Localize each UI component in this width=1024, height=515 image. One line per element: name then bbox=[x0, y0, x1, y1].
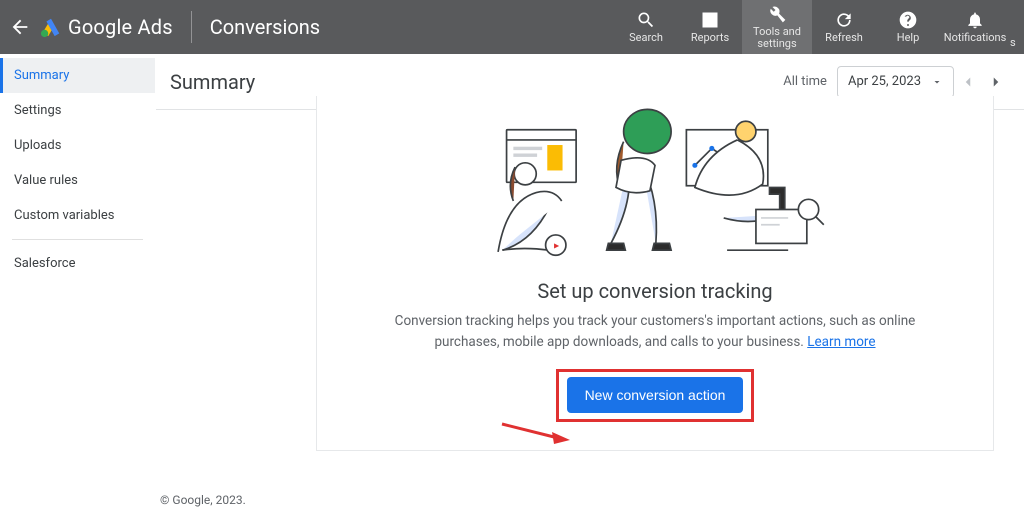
tools-settings-button[interactable]: Tools and settings bbox=[742, 0, 812, 54]
search-label: Search bbox=[629, 32, 663, 44]
side-nav: Summary Settings Uploads Value rules Cus… bbox=[0, 54, 156, 515]
product-name: Google Ads bbox=[68, 15, 173, 39]
sidenav-item-settings[interactable]: Settings bbox=[0, 93, 155, 128]
sidenav-item-custom-variables[interactable]: Custom variables bbox=[0, 198, 155, 233]
conversion-tracking-illustration bbox=[440, 106, 870, 267]
learn-more-link[interactable]: Learn more bbox=[807, 334, 875, 350]
refresh-button[interactable]: Refresh bbox=[812, 0, 876, 54]
top-bar: Google Ads Conversions Search Reports To… bbox=[0, 0, 1024, 54]
chevron-left-icon bbox=[959, 73, 977, 91]
sidenav-item-salesforce[interactable]: Salesforce bbox=[0, 246, 155, 281]
new-conversion-action-button[interactable]: New conversion action bbox=[567, 377, 744, 413]
back-button[interactable] bbox=[0, 0, 40, 54]
footer-copyright: © Google, 2023. bbox=[156, 493, 246, 507]
sidenav-item-uploads[interactable]: Uploads bbox=[0, 128, 155, 163]
next-period-button[interactable] bbox=[982, 66, 1010, 98]
tools-label: Tools and settings bbox=[747, 26, 807, 50]
arrow-left-icon bbox=[9, 16, 31, 38]
help-label: Help bbox=[897, 32, 920, 44]
notifications-label: Notifications bbox=[944, 32, 1007, 44]
help-button[interactable]: Help bbox=[876, 0, 940, 54]
search-icon bbox=[636, 10, 656, 30]
reports-label: Reports bbox=[691, 32, 729, 44]
empty-state-subtext: Conversion tracking helps you track your… bbox=[375, 311, 935, 353]
product-logo[interactable]: Google Ads bbox=[40, 15, 191, 39]
page-title: Summary bbox=[170, 70, 255, 94]
bar-chart-icon bbox=[700, 10, 720, 30]
empty-state-card: Set up conversion tracking Conversion tr… bbox=[316, 96, 994, 451]
topbar-overflow: s bbox=[1010, 0, 1024, 54]
refresh-icon bbox=[834, 10, 854, 30]
empty-state-headline: Set up conversion tracking bbox=[537, 279, 772, 303]
wrench-icon bbox=[767, 4, 787, 24]
notifications-button[interactable]: Notifications bbox=[940, 0, 1010, 54]
date-value: Apr 25, 2023 bbox=[848, 74, 921, 89]
main-column: Summary All time Apr 25, 2023 bbox=[156, 54, 1024, 515]
sidenav-separator bbox=[12, 239, 143, 240]
chevron-right-icon bbox=[987, 73, 1005, 91]
search-button[interactable]: Search bbox=[614, 0, 678, 54]
cta-highlight-box: New conversion action bbox=[556, 369, 755, 422]
refresh-label: Refresh bbox=[825, 32, 863, 44]
help-icon bbox=[898, 10, 918, 30]
prev-period-button[interactable] bbox=[954, 66, 982, 98]
sidenav-item-summary[interactable]: Summary bbox=[0, 58, 155, 93]
reports-button[interactable]: Reports bbox=[678, 0, 742, 54]
chevron-down-icon bbox=[931, 76, 943, 88]
date-range-label: All time bbox=[783, 74, 827, 89]
sidenav-item-value-rules[interactable]: Value rules bbox=[0, 163, 155, 198]
date-picker[interactable]: Apr 25, 2023 bbox=[837, 66, 954, 98]
bell-icon bbox=[965, 10, 985, 30]
topbar-actions: Search Reports Tools and settings Refres… bbox=[614, 0, 1024, 54]
google-ads-logo-icon bbox=[40, 16, 62, 38]
section-title: Conversions bbox=[192, 0, 338, 54]
topbar-left: Google Ads bbox=[0, 0, 191, 54]
